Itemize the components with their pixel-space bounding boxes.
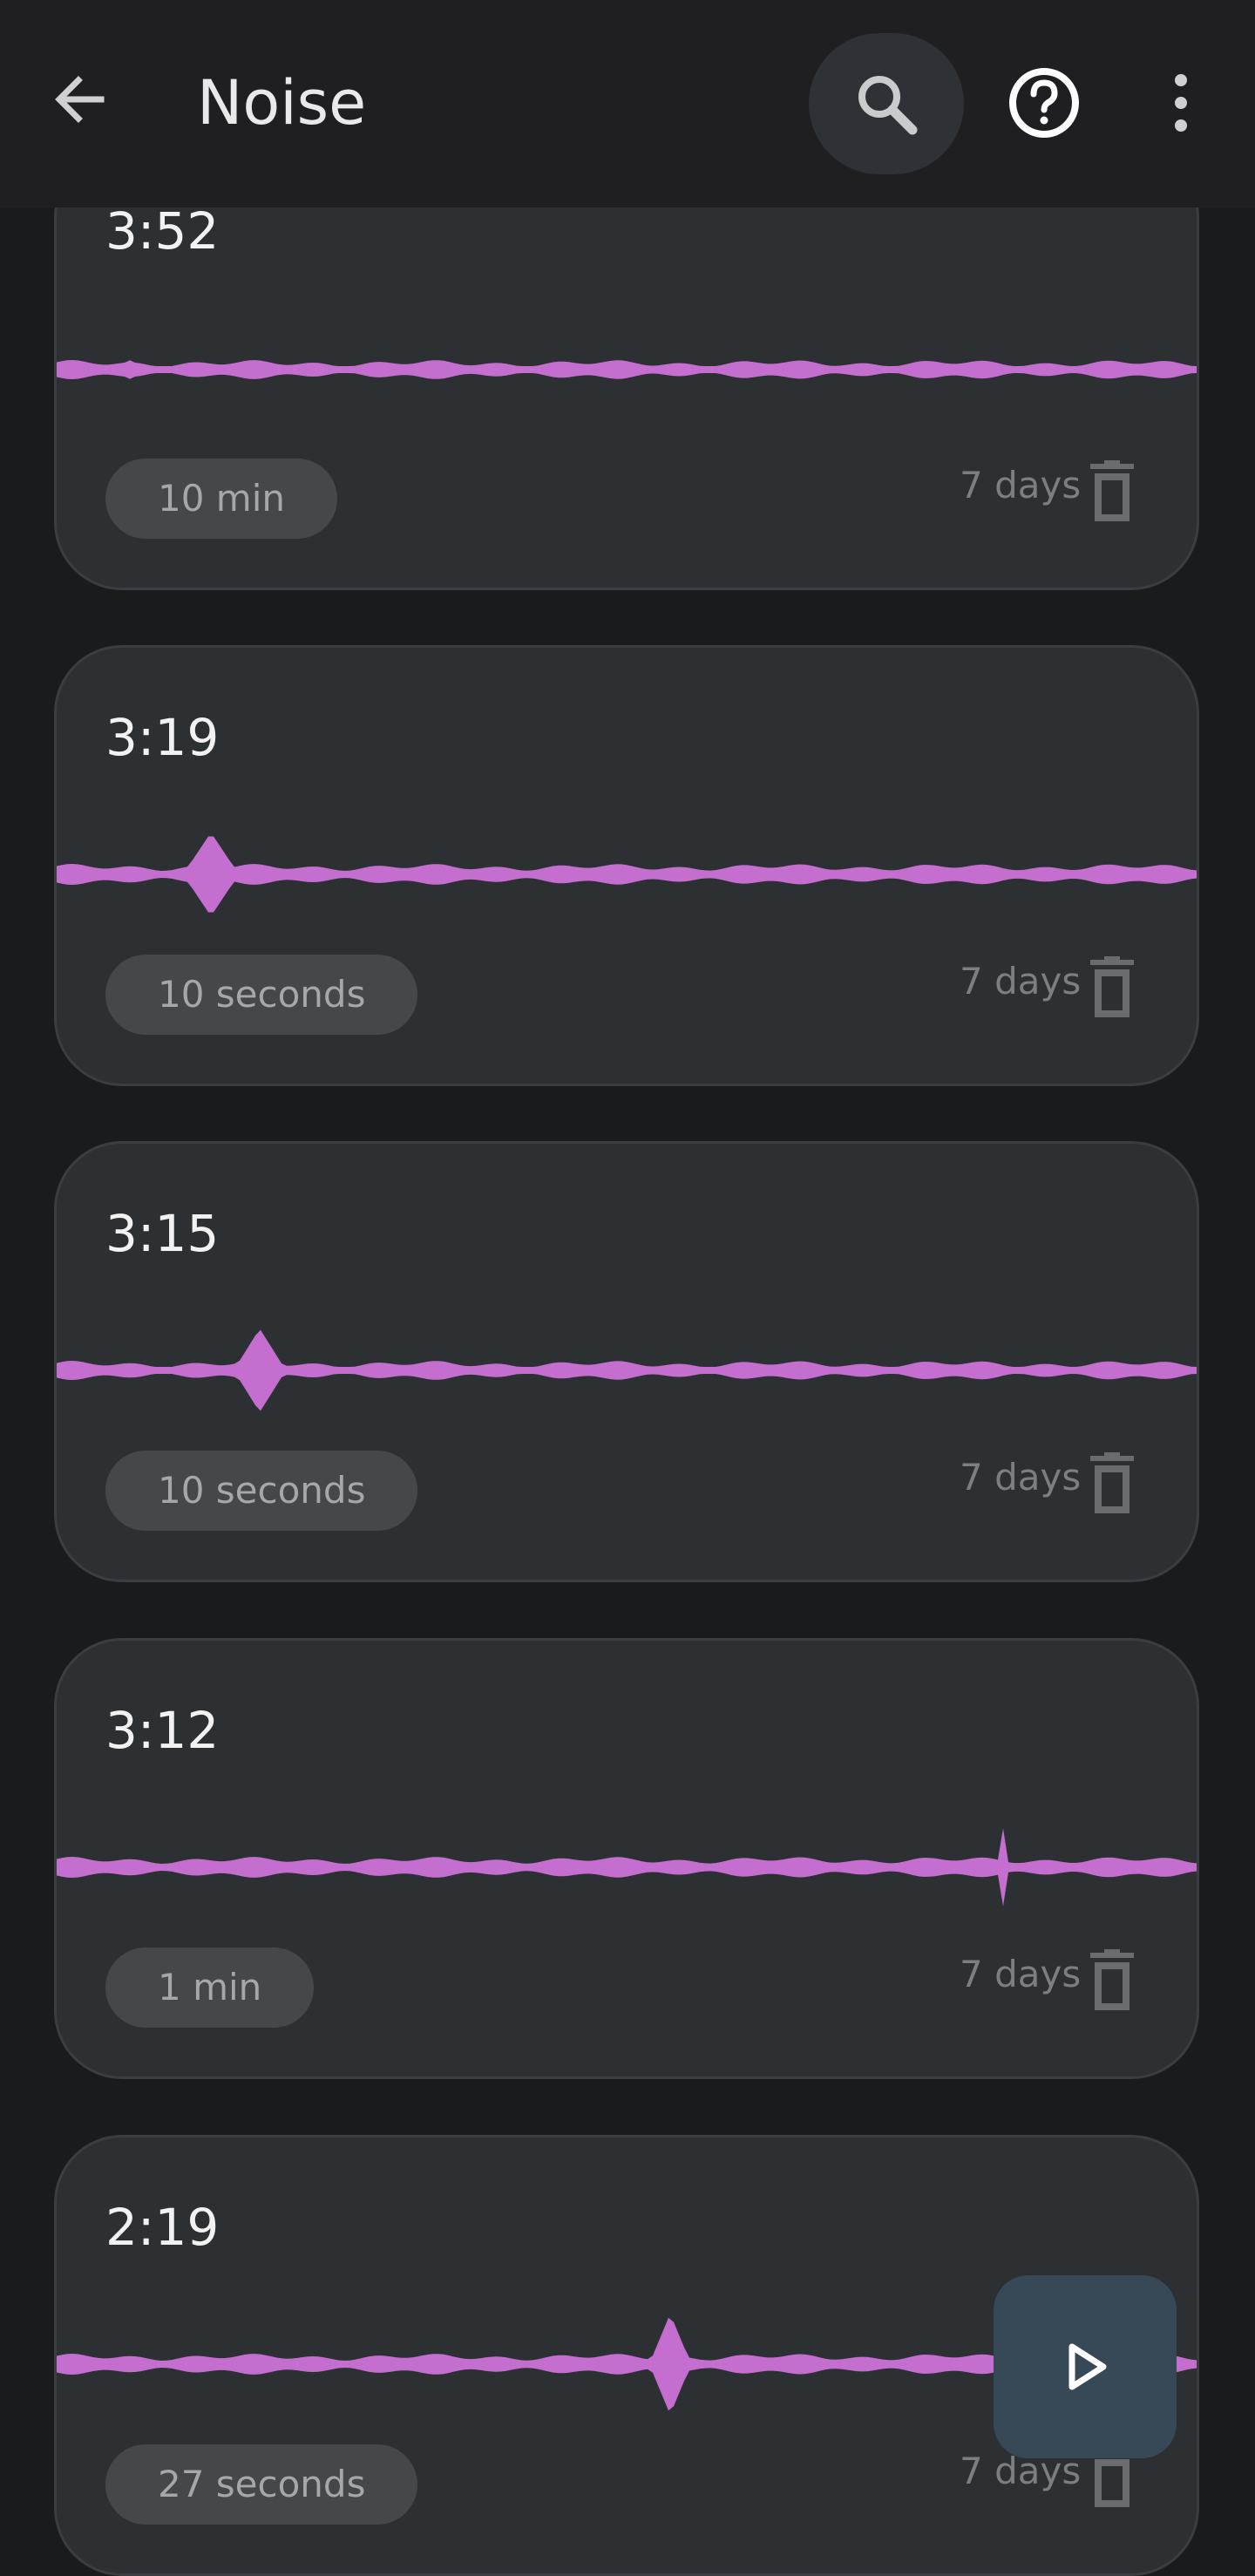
recording-card[interactable]: 3:19 10 seconds 7 days — [54, 645, 1199, 1086]
waveform-shape — [57, 836, 1197, 913]
app-bar: Noise — [0, 0, 1255, 207]
play-button[interactable] — [994, 2275, 1177, 2458]
arrow-back-icon[interactable] — [45, 65, 115, 134]
recording-card[interactable]: 3:52 10 min 7 days — [54, 149, 1199, 590]
duration-chip: 27 seconds — [105, 2444, 418, 2525]
more-vert-icon[interactable] — [1155, 68, 1207, 138]
recording-time: 3:52 — [105, 201, 220, 261]
page-title: Noise — [197, 67, 367, 139]
duration-chip: 10 min — [105, 459, 337, 539]
trash-icon[interactable] — [1085, 1949, 1139, 2012]
recording-time: 3:19 — [105, 708, 220, 767]
trash-icon[interactable] — [1085, 460, 1139, 523]
help-circle-icon[interactable] — [1001, 59, 1088, 146]
play-icon — [1068, 2343, 1107, 2390]
recording-time: 2:19 — [105, 2198, 220, 2257]
waveform-shape — [57, 1828, 1197, 1907]
trash-icon[interactable] — [1085, 956, 1139, 1019]
search-button[interactable] — [809, 33, 964, 174]
waveform — [57, 360, 1197, 379]
duration-chip: 10 seconds — [105, 1451, 418, 1531]
recording-card[interactable]: 3:15 10 seconds 7 days — [54, 1141, 1199, 1582]
retention-label: 7 days — [960, 1456, 1082, 1499]
trash-icon[interactable] — [1085, 1452, 1139, 1515]
retention-label: 7 days — [960, 1953, 1082, 1995]
waveform-shape — [57, 360, 1197, 379]
retention-label: 7 days — [960, 960, 1082, 1003]
waveform — [57, 836, 1197, 913]
waveform-shape — [57, 1329, 1197, 1411]
waveform — [57, 1329, 1197, 1411]
search-icon — [858, 76, 918, 135]
retention-label: 7 days — [960, 464, 1082, 506]
duration-chip: 1 min — [105, 1947, 315, 2028]
recording-time: 3:12 — [105, 1701, 220, 1760]
duration-chip: 10 seconds — [105, 955, 418, 1035]
recording-time: 3:15 — [105, 1204, 220, 1263]
recording-card[interactable]: 3:12 1 min 7 days — [54, 1638, 1199, 2079]
waveform — [57, 1828, 1197, 1907]
